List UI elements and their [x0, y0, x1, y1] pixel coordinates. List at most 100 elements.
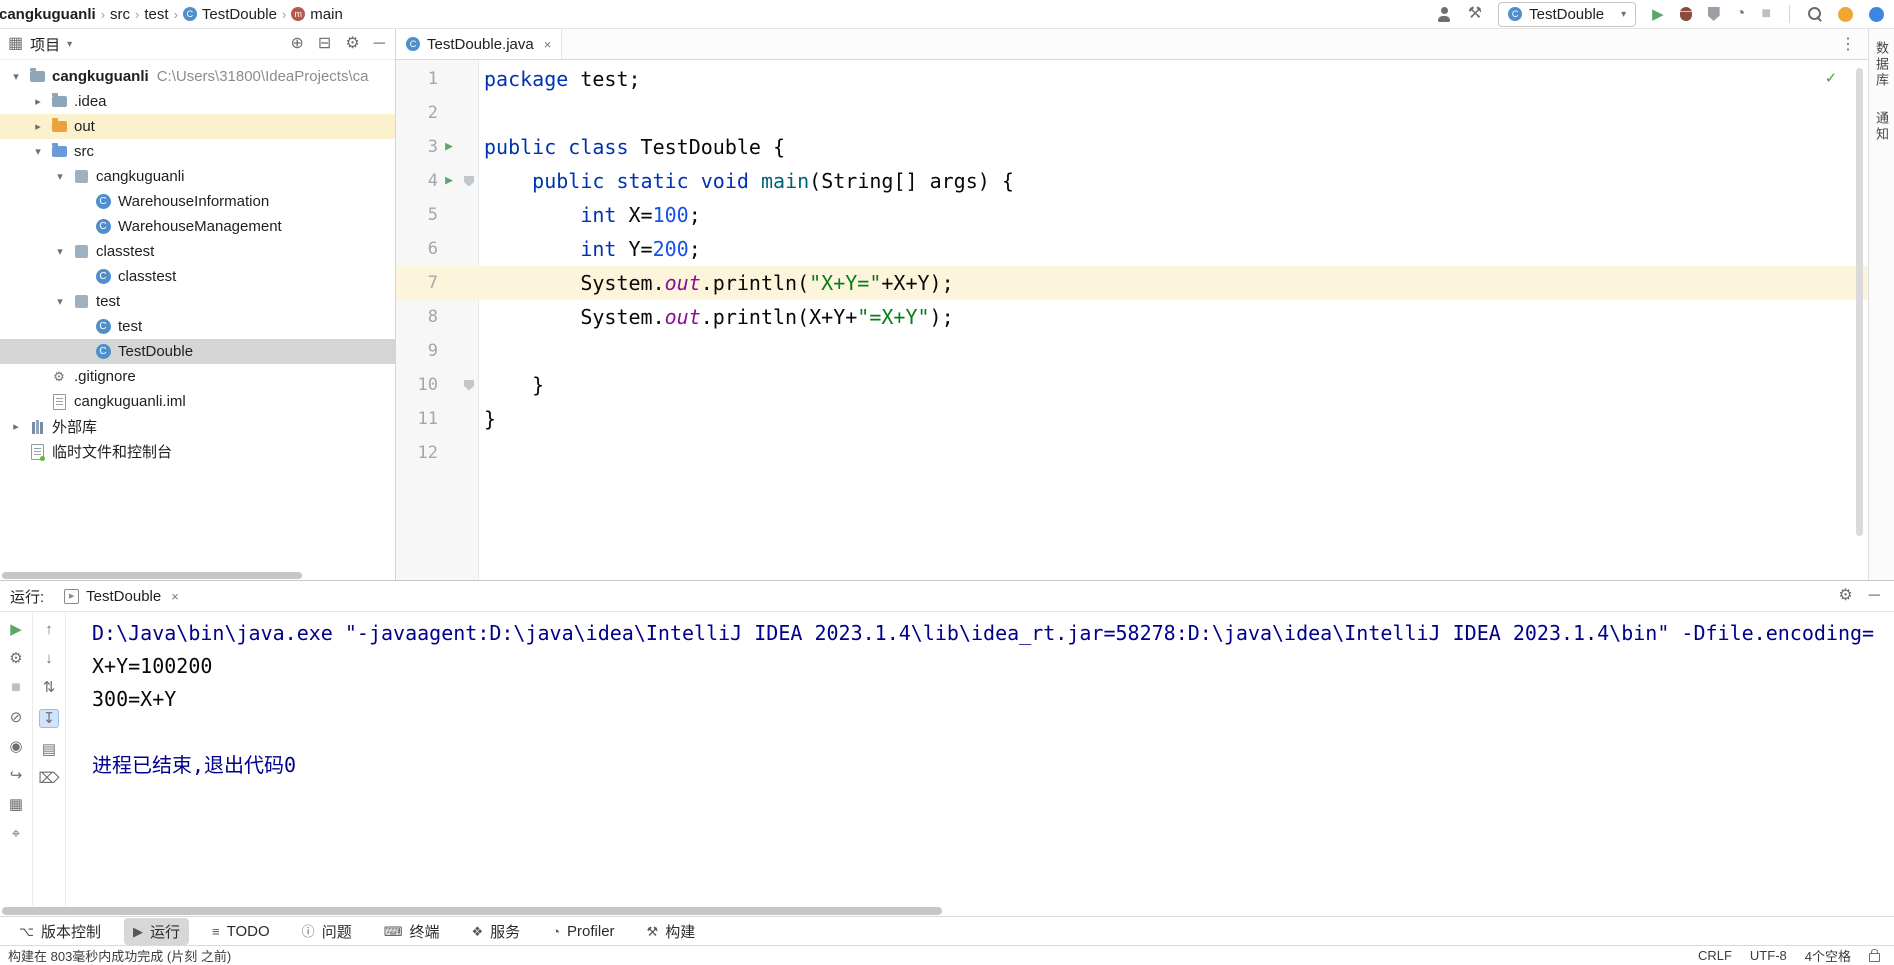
code-line-1[interactable]: 1 package test;: [396, 62, 1868, 96]
editor-tab[interactable]: C TestDouble.java ×: [396, 29, 563, 59]
close-icon[interactable]: ×: [171, 589, 179, 604]
hide-icon[interactable]: ─: [1869, 588, 1880, 604]
toolwindow-button-服务[interactable]: ❖ 服务: [462, 918, 529, 945]
search-icon[interactable]: [1808, 7, 1822, 21]
tree-item-.gitignore[interactable]: ⚙ .gitignore: [0, 364, 395, 389]
code-line-8[interactable]: 8 System.out.println(X+Y+"=X+Y");: [396, 300, 1868, 334]
code-line-4[interactable]: 4 ▶ public static void main(String[] args…: [396, 164, 1868, 198]
console-output[interactable]: D:\Java\bin\java.exe "-javaagent:D:\java…: [66, 612, 1894, 906]
collapse-all-icon[interactable]: ⊟: [318, 36, 331, 52]
swap-icon[interactable]: ⇅: [43, 680, 56, 695]
print-icon[interactable]: ▤: [42, 742, 56, 757]
pin-icon[interactable]: ⌖: [12, 826, 20, 841]
stripe-item-数据库[interactable]: 数据库: [1872, 41, 1891, 89]
tree-item-WarehouseManagement[interactable]: C WarehouseManagement: [0, 214, 395, 239]
horizontal-scrollbar[interactable]: [0, 906, 1894, 916]
scrollbar-thumb[interactable]: [2, 572, 302, 579]
wrench-icon[interactable]: ⚙: [9, 651, 22, 666]
tree-item-classtest[interactable]: ▾ classtest: [0, 239, 395, 264]
tree-chevron-icon[interactable]: ▸: [28, 95, 48, 108]
tree-chevron-icon[interactable]: ▾: [50, 170, 70, 183]
run-configuration-selector[interactable]: C TestDouble ▾: [1498, 1, 1637, 27]
tree-chevron-icon[interactable]: ▾: [50, 295, 70, 308]
tree-item-cangkuguanli.iml[interactable]: cangkuguanli.iml: [0, 389, 395, 414]
toolwindow-button-Profiler[interactable]: ◔ Profiler: [543, 920, 623, 943]
tree-item-cangkuguanli[interactable]: ▾ cangkuguanli: [0, 164, 395, 189]
toolwindow-button-终端[interactable]: ⌨ 终端: [375, 918, 449, 945]
code-line-7[interactable]: 7 System.out.println("X+Y="+X+Y);: [396, 266, 1868, 300]
indent-indicator[interactable]: 4个空格: [1805, 946, 1851, 965]
breadcrumb-item-test[interactable]: test: [140, 6, 172, 23]
toggled-icon-frame[interactable]: ↧: [38, 709, 60, 728]
code-line-11[interactable]: 11}: [396, 402, 1868, 436]
code-line-2[interactable]: 2: [396, 96, 1868, 130]
hide-icon[interactable]: ─: [374, 36, 385, 52]
code-line-5[interactable]: 5 int X=100;: [396, 198, 1868, 232]
tree-chevron-icon[interactable]: ▾: [50, 245, 70, 258]
clear-icon[interactable]: ⌦: [38, 771, 59, 786]
tree-item-src[interactable]: ▾ src: [0, 139, 395, 164]
profiler-icon[interactable]: ◔: [1736, 6, 1746, 22]
play-icon[interactable]: ▶: [1652, 7, 1664, 22]
toolwindow-button-问题[interactable]: ⓘ 问题: [293, 918, 361, 945]
exit-icon[interactable]: ↪: [10, 768, 23, 783]
settings-icon[interactable]: ⚙: [1838, 588, 1852, 604]
breadcrumb-item-src[interactable]: src: [106, 6, 134, 23]
tree-chevron-icon[interactable]: ▸: [6, 420, 26, 433]
tree-item-classtest[interactable]: Cclasstest: [0, 264, 395, 289]
toolwindow-button-运行[interactable]: ▶ 运行: [124, 917, 190, 945]
run-line-icon[interactable]: ▶: [445, 164, 453, 198]
tree-item-test[interactable]: ▾ test: [0, 289, 395, 314]
stripe-item-通知[interactable]: 通知: [1872, 111, 1891, 143]
soft-stop-icon[interactable]: ⊘: [10, 710, 23, 725]
locate-icon[interactable]: ⊕: [291, 36, 304, 52]
code-line-12[interactable]: 12: [396, 436, 1868, 470]
readonly-lock-icon[interactable]: [1869, 949, 1880, 962]
toolwindow-button-构建[interactable]: ⚒ 构建: [638, 918, 705, 945]
project-view-selector[interactable]: ▦ 项目 ▾: [8, 34, 72, 55]
tab-options-icon[interactable]: ⋮: [1840, 34, 1868, 54]
tree-chevron-icon[interactable]: ▾: [28, 145, 48, 158]
tree-item-WarehouseInformation[interactable]: C WarehouseInformation: [0, 189, 395, 214]
scroll-end-icon[interactable]: ↧: [43, 711, 56, 726]
encoding-indicator[interactable]: UTF-8: [1750, 948, 1787, 963]
debug-icon[interactable]: [1679, 7, 1692, 21]
vertical-scrollbar[interactable]: [1856, 68, 1863, 536]
tree-chevron-icon[interactable]: ▾: [6, 70, 26, 83]
tree-item-临时文件和控制台[interactable]: 临时文件和控制台: [0, 439, 395, 464]
up-icon[interactable]: ↑: [45, 622, 53, 637]
inspections-ok-icon[interactable]: ✓: [1826, 68, 1836, 88]
breadcrumb-item-cangkuguanli[interactable]: cangkuguanli: [0, 6, 100, 23]
close-icon[interactable]: ×: [544, 37, 552, 52]
code-line-9[interactable]: 9: [396, 334, 1868, 368]
tree-item-out[interactable]: ▸ out: [0, 114, 395, 139]
horizontal-scrollbar[interactable]: [0, 571, 395, 580]
tree-chevron-icon[interactable]: ▸: [28, 120, 48, 133]
run-line-icon[interactable]: ▶: [445, 130, 453, 164]
blue-circle-icon[interactable]: [1869, 6, 1884, 22]
down-icon[interactable]: ↓: [45, 651, 53, 666]
coverage-icon[interactable]: [1707, 7, 1720, 21]
rerun-icon[interactable]: ▶: [10, 622, 22, 637]
stop-icon[interactable]: ■: [11, 680, 21, 696]
tree-item-.idea[interactable]: ▸ .idea: [0, 89, 395, 114]
scrollbar-thumb[interactable]: [2, 907, 942, 915]
user-icon[interactable]: [1436, 6, 1452, 22]
run-tab[interactable]: ▶ TestDouble ×: [54, 581, 189, 611]
code-editor[interactable]: 1 package test; 2 3 ▶ public class TestDouble…: [396, 60, 1868, 580]
line-separator-indicator[interactable]: CRLF: [1698, 948, 1732, 963]
code-line-10[interactable]: 10 }: [396, 368, 1868, 402]
toolwindow-button-版本控制[interactable]: ⌥ 版本控制: [10, 918, 110, 945]
code-line-6[interactable]: 6 int Y=200;: [396, 232, 1868, 266]
breadcrumb-item-main[interactable]: m main: [287, 6, 347, 23]
tree-item-cangkuguanli[interactable]: ▾ cangkuguanli C:\Users\31800\IdeaProjects…: [0, 64, 395, 89]
layout-icon[interactable]: ▦: [9, 797, 23, 812]
tree-item-TestDouble[interactable]: C TestDouble: [0, 339, 395, 364]
code-line-3[interactable]: 3 ▶ public class TestDouble {: [396, 130, 1868, 164]
settings-icon[interactable]: ⚙: [345, 36, 359, 52]
stop-icon[interactable]: ■: [1761, 6, 1771, 22]
camera-icon[interactable]: ◉: [9, 739, 22, 754]
toolwindow-button-TODO[interactable]: ≡ TODO: [203, 920, 279, 943]
breadcrumb-item-TestDouble[interactable]: C TestDouble: [179, 6, 281, 23]
tree-item-外部库[interactable]: ▸ 外部库: [0, 414, 395, 439]
